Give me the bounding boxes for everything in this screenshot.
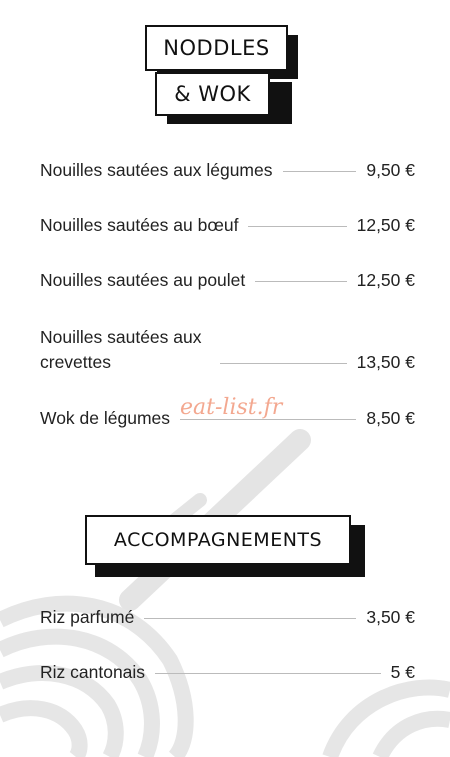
item-name: Nouilles sautées au poulet bbox=[40, 270, 246, 290]
item-name: Riz parfumé bbox=[40, 607, 135, 627]
item-price: 12,50 € bbox=[356, 270, 415, 290]
section-title: ACCOMPAGNEMENTS bbox=[85, 515, 351, 565]
menu-item: Nouilles sautées au poulet 12,50 € bbox=[40, 268, 415, 293]
item-name: Nouilles sautées aux légumes bbox=[40, 160, 273, 180]
leader-line bbox=[144, 618, 357, 619]
item-name: Nouilles sautées au bœuf bbox=[40, 215, 239, 235]
item-price: 9,50 € bbox=[366, 160, 415, 180]
leader-line bbox=[248, 226, 347, 227]
leader-line bbox=[282, 171, 357, 172]
section-title-line1: NODDLES bbox=[145, 25, 288, 71]
menu-item: Riz cantonais 5 € bbox=[40, 660, 415, 685]
item-price: 5 € bbox=[390, 662, 415, 682]
item-price: 3,50 € bbox=[366, 607, 415, 627]
item-price: 13,50 € bbox=[356, 352, 415, 372]
leader-line bbox=[255, 281, 347, 282]
item-price: 12,50 € bbox=[356, 215, 415, 235]
menu-item: Riz parfumé 3,50 € bbox=[40, 605, 415, 630]
section-title-line2: & WOK bbox=[155, 72, 270, 116]
menu-item: Nouilles sautées aux légumes 9,50 € bbox=[40, 158, 415, 183]
item-name: Wok de légumes bbox=[40, 408, 171, 428]
item-name: Riz cantonais bbox=[40, 662, 146, 682]
noodles-wok-title: NODDLES & WOK bbox=[145, 25, 300, 125]
item-price: 8,50 € bbox=[366, 408, 415, 428]
item-name: Nouilles sautées aux crevettes bbox=[40, 327, 202, 372]
leader-line bbox=[220, 363, 347, 364]
menu-item: Nouilles sautées aux crevettes 13,50 € bbox=[40, 325, 415, 375]
watermark-text: eat-list.fr bbox=[180, 395, 283, 420]
leader-line bbox=[155, 673, 381, 674]
menu-item: Nouilles sautées au bœuf 12,50 € bbox=[40, 213, 415, 238]
accompagnements-title: ACCOMPAGNEMENTS bbox=[85, 515, 365, 577]
